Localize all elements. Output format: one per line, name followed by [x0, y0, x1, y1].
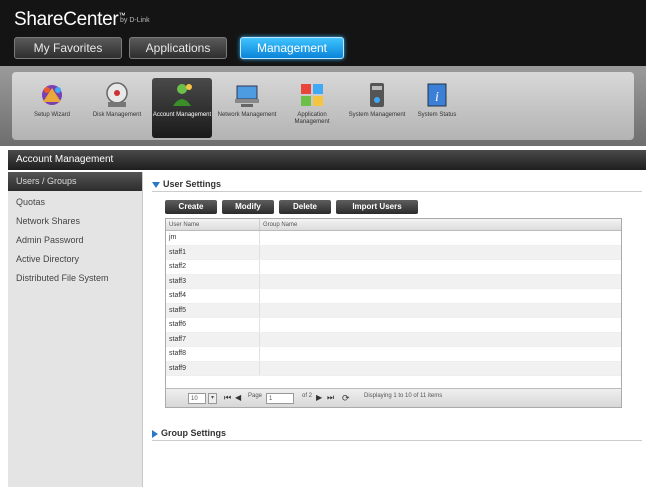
cell-group-name	[260, 246, 621, 260]
table-row[interactable]: staff5	[166, 303, 621, 318]
cell-group-name	[260, 318, 621, 332]
svg-text:i: i	[435, 90, 439, 105]
chevron-down-icon[interactable]: ▾	[208, 393, 217, 404]
cell-user-name: staff9	[166, 361, 260, 375]
cell-user-name: jm	[166, 231, 260, 245]
network-management-label: Network Management	[217, 112, 277, 118]
disk-management-button[interactable]: Disk Management	[87, 78, 147, 138]
section-title-bar: Account Management	[8, 150, 646, 170]
management-toolbar: Setup Wizard Disk Management Account Man…	[0, 66, 646, 146]
cell-user-name: staff3	[166, 274, 260, 288]
cell-user-name: staff4	[166, 289, 260, 303]
divider	[152, 191, 642, 192]
page-number-input[interactable]: 1	[266, 393, 294, 404]
cell-group-name	[260, 260, 621, 274]
tab-applications[interactable]: Applications	[129, 37, 227, 59]
main-content: User Settings Create Modify Delete Impor…	[150, 172, 646, 487]
delete-button[interactable]: Delete	[279, 200, 331, 214]
disk-icon	[106, 82, 128, 107]
page-count-label: of 2	[302, 393, 313, 399]
table-row[interactable]: staff2	[166, 260, 621, 275]
user-settings-header[interactable]: User Settings	[152, 179, 221, 189]
application-management-button[interactable]: Application Management	[282, 78, 342, 138]
cell-user-name: staff5	[166, 303, 260, 317]
cell-group-name	[260, 333, 621, 347]
network-management-button[interactable]: Network Management	[217, 78, 277, 138]
prev-page-icon[interactable]: ◀	[235, 393, 241, 402]
system-icon	[370, 83, 384, 107]
logo-text: ShareCenter	[14, 9, 119, 30]
cell-user-name: staff2	[166, 260, 260, 274]
sidebar-item-network-shares[interactable]: Network Shares	[8, 212, 142, 231]
table-row[interactable]: staff3	[166, 274, 621, 289]
sidebar-item-admin-password[interactable]: Admin Password	[8, 231, 142, 250]
cell-user-name: staff8	[166, 347, 260, 361]
sidebar-item-active-directory[interactable]: Active Directory	[8, 250, 142, 269]
divider	[152, 440, 642, 441]
table-row[interactable]: jm	[166, 231, 621, 246]
page-label: Page	[248, 393, 263, 399]
column-header-user-name[interactable]: User Name	[166, 219, 260, 230]
refresh-icon[interactable]: ⟳	[342, 393, 350, 404]
create-button[interactable]: Create	[165, 200, 217, 214]
system-status-label: System Status	[417, 112, 457, 118]
import-users-button[interactable]: Import Users	[336, 200, 418, 214]
cell-user-name: staff7	[166, 332, 260, 346]
next-page-icon[interactable]: ▶	[316, 393, 322, 402]
table-row[interactable]: staff8	[166, 347, 621, 362]
cell-group-name	[260, 289, 621, 303]
modify-button[interactable]: Modify	[222, 200, 274, 214]
cell-group-name	[260, 362, 621, 376]
toolbar-panel: Setup Wizard Disk Management Account Man…	[12, 72, 634, 140]
cell-group-name	[260, 275, 621, 289]
account-management-label: Account Management	[152, 112, 212, 118]
system-management-label: System Management	[348, 112, 406, 118]
cell-user-name: staff1	[166, 245, 260, 259]
application-management-label: Application Management	[294, 112, 330, 125]
sidebar-item-quotas[interactable]: Quotas	[8, 193, 142, 212]
tab-management[interactable]: Management	[240, 37, 344, 59]
sidebar-item-users-groups[interactable]: Users / Groups	[8, 172, 142, 191]
last-page-icon[interactable]: ⏭	[327, 393, 334, 403]
top-header: ShareCenter™ by D-Link My Favorites Appl…	[0, 0, 646, 66]
logo-subtitle: by D-Link	[120, 17, 150, 24]
pagination-bar: 10 ▾ ⏮ ◀ Page 1 of 2 ▶ ⏭ ⟳ Displaying 1 …	[165, 388, 622, 408]
app-logo: ShareCenter™	[14, 9, 125, 31]
info-icon: i	[427, 83, 447, 107]
sidebar: Users / Groups Quotas Network Shares Adm…	[8, 172, 143, 487]
table-header: User Name Group Name	[166, 219, 621, 231]
cell-group-name	[260, 304, 621, 318]
collapse-arrow-icon	[152, 181, 160, 188]
group-settings-title: Group Settings	[161, 428, 226, 438]
setup-wizard-button[interactable]: Setup Wizard	[22, 78, 82, 138]
table-row[interactable]: staff7	[166, 332, 621, 347]
table-body: jm staff1 staff2 staff3 staff4 staff5 st…	[166, 231, 621, 376]
cell-group-name	[260, 231, 621, 245]
cell-user-name: staff6	[166, 318, 260, 332]
table-row[interactable]: staff4	[166, 289, 621, 304]
account-management-button[interactable]: Account Management	[152, 78, 212, 138]
page-size-select[interactable]: 10	[188, 393, 206, 404]
account-icon	[173, 84, 192, 106]
group-settings-header[interactable]: Group Settings	[152, 428, 226, 438]
column-header-group-name[interactable]: Group Name	[260, 219, 621, 230]
system-status-button[interactable]: i System Status	[407, 78, 467, 138]
users-table: User Name Group Name jm staff1 staff2 st…	[165, 218, 622, 408]
table-row[interactable]: staff1	[166, 245, 621, 260]
wizard-icon	[42, 85, 62, 105]
application-icon	[301, 84, 323, 106]
expand-arrow-icon	[152, 429, 158, 438]
user-settings-title: User Settings	[163, 179, 222, 189]
paging-info: Displaying 1 to 10 of 11 items	[364, 393, 443, 399]
first-page-icon[interactable]: ⏮	[224, 393, 231, 403]
network-icon	[235, 85, 259, 107]
disk-management-label: Disk Management	[92, 112, 142, 118]
setup-wizard-label: Setup Wizard	[33, 112, 70, 118]
tab-my-favorites[interactable]: My Favorites	[14, 37, 122, 59]
cell-group-name	[260, 347, 621, 361]
table-row[interactable]: staff9	[166, 361, 621, 376]
table-row[interactable]: staff6	[166, 318, 621, 333]
system-management-button[interactable]: System Management	[347, 78, 407, 138]
sidebar-item-distributed-file-system[interactable]: Distributed File System	[8, 269, 142, 288]
